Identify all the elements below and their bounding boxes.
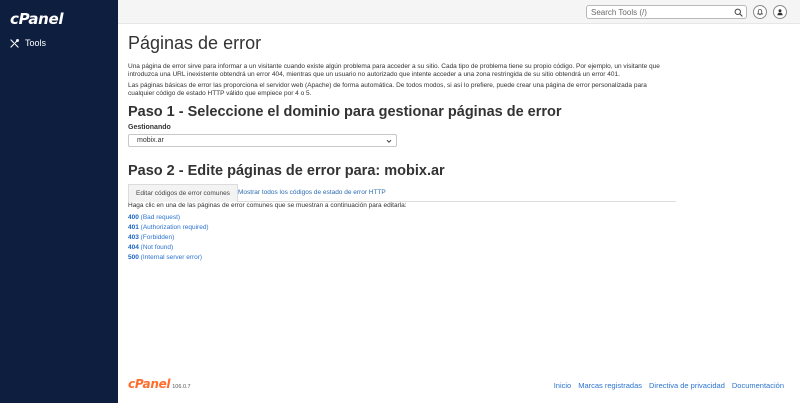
footer-links: Inicio Marcas registradas Directiva de p… [554, 381, 784, 390]
user-icon [777, 9, 783, 16]
error-item-400[interactable]: 400 (Bad request) [128, 213, 209, 223]
error-desc: (Authorization required) [140, 223, 209, 231]
intro-paragraph-1: Una página de error sirve para informar … [128, 63, 660, 78]
footer-link-privacy[interactable]: Directiva de privacidad [649, 381, 725, 390]
search-box[interactable] [586, 5, 747, 19]
sidebar-item-label: Tools [25, 38, 47, 48]
help-text: Haga clic en una de las páginas de error… [128, 202, 407, 209]
error-code: 403 [128, 233, 139, 241]
error-code: 401 [128, 223, 139, 231]
cpanel-logo[interactable]: cPanel [10, 10, 64, 28]
chevron-down-icon [386, 139, 392, 143]
intro-paragraph-2: Las páginas básicas de error las proporc… [128, 82, 647, 97]
search-icon[interactable] [734, 8, 743, 17]
tab-all-http-errors[interactable]: Mostrar todos los códigos de estado de e… [231, 184, 393, 202]
error-item-401[interactable]: 401 (Authorization required) [128, 223, 209, 233]
sidebar: cPanel Tools [0, 0, 118, 403]
tab-common-errors[interactable]: Editar códigos de error comunes [128, 184, 238, 202]
footer-cpanel-logo[interactable]: cPanel [128, 377, 171, 391]
footer-logo: cPanel 106.0.7 [128, 377, 191, 391]
tools-icon [10, 38, 19, 48]
footer-link-documentation[interactable]: Documentación [732, 381, 784, 390]
footer-link-home[interactable]: Inicio [554, 381, 572, 390]
error-desc: (Not found) [140, 243, 174, 251]
error-item-404[interactable]: 404 (Not found) [128, 243, 209, 253]
error-tabs: Editar códigos de error comunes Mostrar … [128, 184, 676, 202]
search-input[interactable] [591, 7, 731, 18]
error-code: 400 [128, 214, 139, 221]
notifications-button[interactable] [753, 5, 767, 19]
error-list: 400 (Bad request) 401 (Authorization req… [128, 213, 209, 263]
step1-heading: Paso 1 - Seleccione el dominio para gest… [128, 104, 562, 120]
error-item-403[interactable]: 403 (Forbidden) [128, 233, 209, 243]
error-desc: (Bad request) [140, 214, 181, 221]
domain-select[interactable]: mobix.ar [128, 134, 397, 147]
sidebar-item-tools[interactable]: Tools [10, 38, 46, 48]
managing-label: Gestionando [128, 124, 171, 131]
page-title: Páginas de error [128, 33, 262, 53]
error-code: 500 [128, 253, 139, 261]
bell-icon [756, 9, 764, 16]
domain-select-value: mobix.ar [137, 137, 164, 144]
error-desc: (Forbidden) [140, 233, 175, 241]
version-number: 106.0.7 [172, 384, 191, 390]
user-menu-button[interactable] [773, 5, 787, 19]
step2-heading: Paso 2 - Edite páginas de error para: mo… [128, 163, 445, 179]
error-item-500[interactable]: 500 (Internal server error) [128, 253, 209, 263]
error-desc: (Internal server error) [140, 253, 203, 261]
footer-link-trademarks[interactable]: Marcas registradas [578, 381, 642, 390]
error-code: 404 [128, 243, 139, 251]
topbar [118, 0, 800, 24]
